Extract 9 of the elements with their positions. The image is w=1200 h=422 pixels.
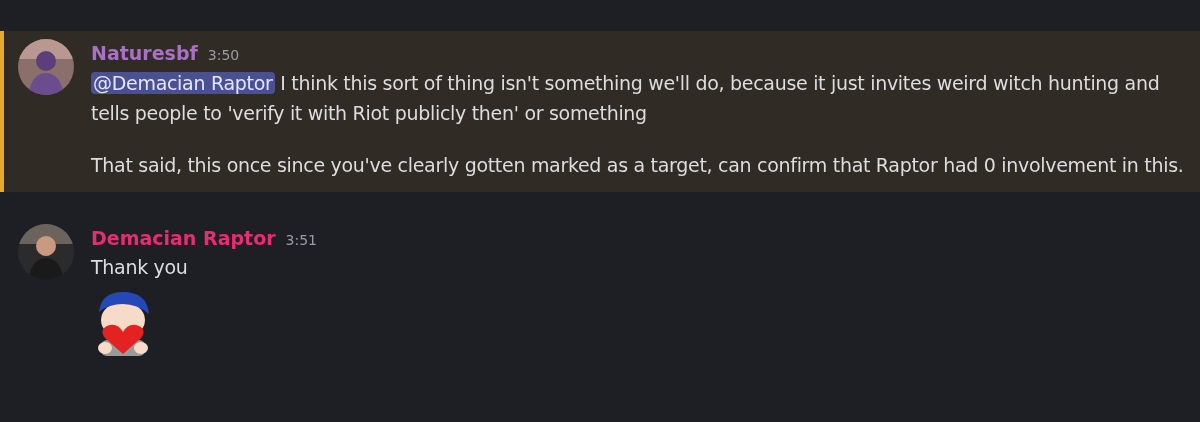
- message-text: That said, this once since you've clearly gotten marked as a target, can confirm that Raptor had 0 involvement in this.: [91, 152, 1184, 178]
- timestamp: 3:50: [207, 46, 240, 65]
- avatar[interactable]: [18, 39, 74, 95]
- author-name[interactable]: Naturesbf: [91, 39, 198, 68]
- message-text: Thank you: [91, 255, 189, 280]
- author-name[interactable]: Demacian Raptor: [91, 223, 276, 252]
- timestamp: 3:51: [285, 230, 318, 250]
- message-text: @Demacian Raptor I think this sort of thing isn't something we'll do, because it just invites weird witch hunting and tells people to 'verify it with Riot publicly then' or something: [91, 70, 1161, 126]
- mention-link[interactable]: @Demacian Raptor: [91, 71, 275, 94]
